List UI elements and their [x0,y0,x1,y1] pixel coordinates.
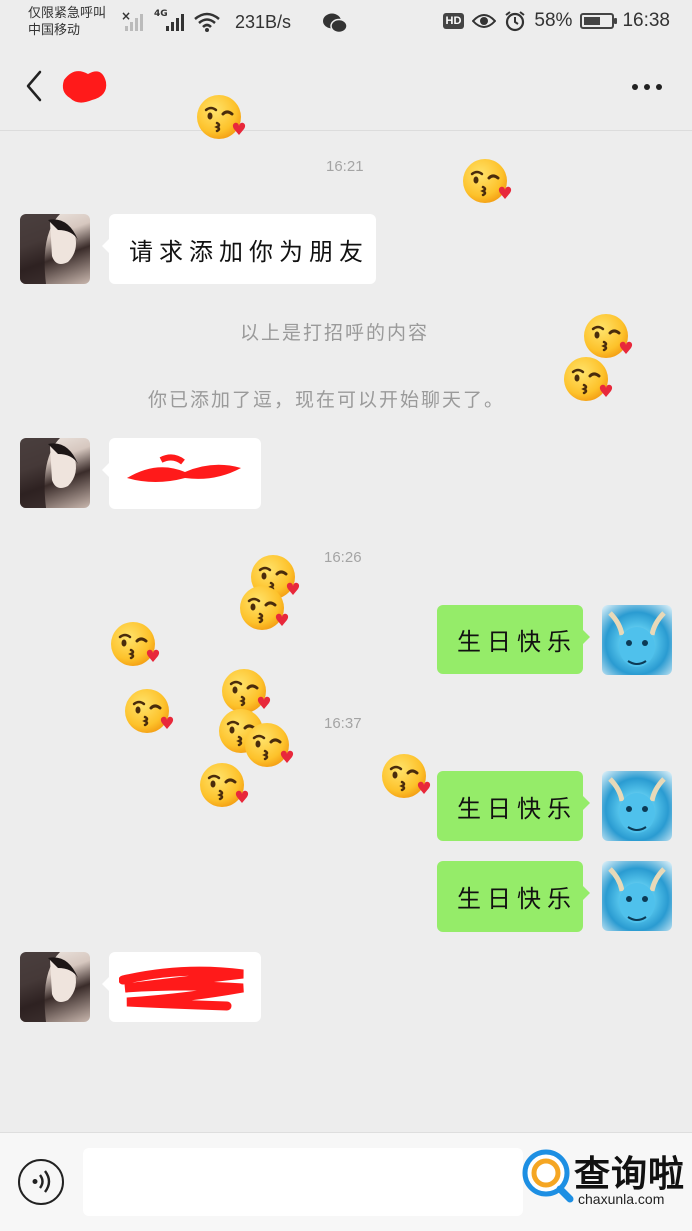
signal-1-icon [125,14,143,31]
redaction-scribble [127,454,241,482]
more-dots-icon[interactable] [632,84,662,90]
voice-waves [32,1170,51,1193]
watermark-url: chaxunla.com [578,1191,665,1207]
signal-2-icon [166,14,184,31]
network-speed: 231B/s [235,12,292,32]
message-bubble-incoming-redacted[interactable] [102,952,261,1022]
input-bar: 查询啦 chaxunla.com [0,1132,692,1231]
kiss-emoji-icon [108,619,162,673]
my-avatar[interactable] [602,605,672,675]
avatar-image [20,214,78,284]
carrier-line-2: 中国移动 [28,23,81,38]
chat-header [0,46,692,131]
kiss-emoji-icon [194,92,248,146]
battery-percent: 58% [534,10,573,31]
clock: 16:38 [622,10,670,31]
kiss-emoji-icon [561,354,615,408]
kiss-emoji-icon [379,751,433,805]
chevron-left-icon[interactable] [22,66,46,106]
kiss-emoji-icon [122,686,176,740]
message-text: 请求添加你为朋友 [129,237,369,266]
dragon-avatar-image [608,867,666,923]
message-bubble-outgoing[interactable]: 生日快乐 [437,605,590,674]
battery-level-fill [584,17,600,25]
timestamp: 16:37 [324,715,362,732]
message-bubble-incoming-redacted[interactable] [102,438,261,509]
message-bubble-outgoing[interactable]: 生日快乐 [437,771,590,841]
message-bubble-outgoing[interactable]: 生日快乐 [437,861,590,932]
watermark-text: 查询啦 [574,1154,686,1195]
my-avatar[interactable] [602,861,672,931]
avatar-image [20,438,78,508]
magnifier-logo-icon [522,1149,574,1203]
contact-avatar[interactable] [20,952,90,1022]
contact-avatar[interactable] [20,438,90,508]
timestamp: 16:26 [324,549,362,566]
message-text: 生日快乐 [457,794,577,823]
avatar-image [20,952,78,1022]
system-message-added: 你已添加了逗，现在可以开始聊天了。 [148,389,506,411]
carrier-line-1: 仅限紧急呼叫 [28,6,107,21]
system-message-greeting: 以上是打招呼的内容 [240,322,430,344]
message-text: 生日快乐 [457,885,577,913]
wifi-icon [194,12,220,32]
wechat-icon [323,13,348,34]
alarm-icon [505,11,526,32]
message-bubble-incoming[interactable]: 请求添加你为朋友 [102,214,376,284]
timestamp: 16:21 [326,158,364,175]
redaction-scribble [119,966,244,1011]
dragon-avatar-image [608,611,666,667]
kiss-emoji-icon [197,760,251,814]
carrier-info: 仅限紧急呼叫 中国移动 [28,5,106,39]
dragon-avatar-image [608,777,666,833]
hd-badge: HD [442,13,465,29]
contact-avatar[interactable] [20,214,90,284]
status-bar: 仅限紧急呼叫 中国移动 × 4G 231B/s HD 58% 16:38 [0,0,692,46]
voice-icon[interactable] [18,1159,64,1205]
message-input[interactable] [83,1148,523,1216]
eye-icon [472,14,497,28]
battery-icon [580,13,618,29]
kiss-emoji-icon [237,583,291,637]
my-avatar[interactable] [602,771,672,841]
kiss-emoji-icon [460,156,514,210]
message-text: 生日快乐 [457,628,577,656]
redacted-contact-name [62,71,107,103]
